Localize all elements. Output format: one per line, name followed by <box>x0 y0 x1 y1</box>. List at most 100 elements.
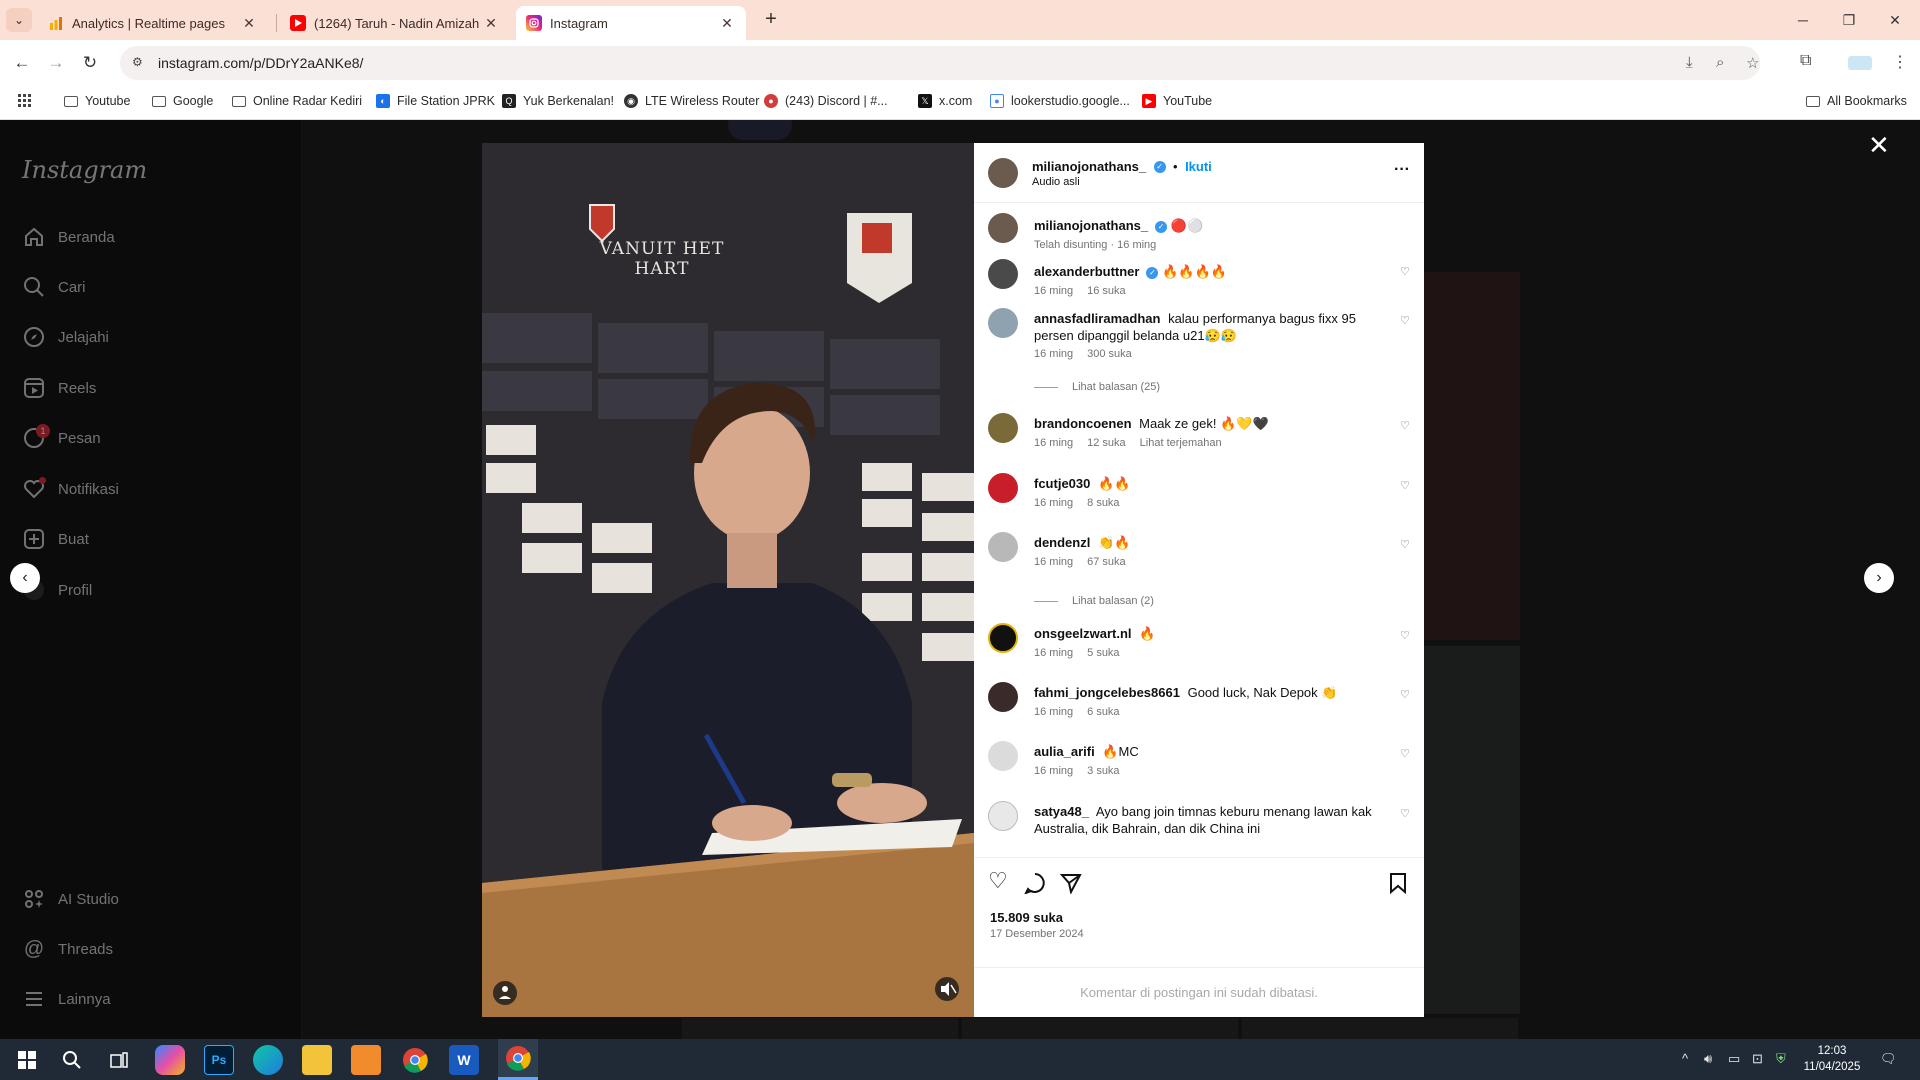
like-comment-icon[interactable]: ♡ <box>1400 538 1410 551</box>
bookmark-online-radar-kediri[interactable]: Online Radar Kediri <box>232 94 362 108</box>
comment-username[interactable]: dendenzl <box>1034 535 1090 550</box>
install-app-icon[interactable]: ⤓ <box>1686 54 1693 71</box>
bookmark-lookerstudio[interactable]: ● lookerstudio.google... <box>990 94 1130 108</box>
view-replies-button[interactable]: Lihat balasan (2) <box>1034 595 1154 607</box>
volume-icon[interactable]: 🔊︎ <box>1704 1051 1712 1067</box>
comment-username[interactable]: milianojonathans_ <box>1034 218 1148 233</box>
comment-likes[interactable]: 300 suka <box>1087 348 1132 360</box>
comment-username[interactable]: alexanderbuttner <box>1034 264 1139 279</box>
tab-youtube[interactable]: (1264) Taruh - Nadin Amizah [L ✕ <box>280 6 510 40</box>
share-icon[interactable] <box>1059 868 1082 900</box>
display-icon[interactable]: ⊡ <box>1752 1051 1763 1067</box>
comment-time[interactable]: 16 ming <box>1034 556 1073 568</box>
restore-icon[interactable]: ❐ <box>1826 0 1872 40</box>
like-comment-icon[interactable]: ♡ <box>1400 265 1410 278</box>
view-replies-button[interactable]: Lihat balasan (25) <box>1034 381 1160 393</box>
notifications-icon[interactable]: 🗨︎ <box>1880 1051 1897 1067</box>
network-icon[interactable]: ▭ <box>1728 1051 1740 1067</box>
avatar[interactable] <box>988 682 1018 712</box>
close-tab-icon[interactable]: ✕ <box>240 15 258 32</box>
avatar[interactable] <box>988 473 1018 503</box>
comment-time[interactable]: 16 ming <box>1034 706 1073 718</box>
copilot-icon[interactable] <box>155 1045 185 1075</box>
bookmark-x[interactable]: 𝕏x.com <box>918 94 972 108</box>
bookmark-google-folder[interactable]: Google <box>152 94 213 108</box>
comment-likes[interactable]: 6 suka <box>1087 706 1119 718</box>
avatar[interactable] <box>988 308 1018 338</box>
file-explorer-icon[interactable] <box>302 1045 332 1075</box>
comment-username[interactable]: annasfadliramadhan <box>1034 311 1160 326</box>
chrome-active-icon[interactable] <box>498 1039 538 1080</box>
tab-instagram[interactable]: Instagram ✕ <box>516 6 746 40</box>
task-view-icon[interactable] <box>104 1045 134 1075</box>
bookmark-lte-router[interactable]: ◉ LTE Wireless Router <box>624 94 759 108</box>
word-icon[interactable]: W <box>449 1045 479 1075</box>
close-tab-icon[interactable]: ✕ <box>718 15 736 32</box>
search-icon[interactable] <box>57 1045 87 1075</box>
comment-username[interactable]: fcutje030 <box>1034 476 1090 491</box>
like-comment-icon[interactable]: ♡ <box>1400 747 1410 760</box>
photoshop-icon[interactable]: Ps <box>204 1045 234 1075</box>
profile-avatar-icon[interactable] <box>1848 56 1872 70</box>
avatar[interactable] <box>988 259 1018 289</box>
comment-time[interactable]: 16 ming <box>1034 647 1073 659</box>
comment-likes[interactable]: 5 suka <box>1087 647 1119 659</box>
comment-username[interactable]: fahmi_jongcelebes8661 <box>1034 685 1180 700</box>
comment-likes[interactable]: 16 suka <box>1087 285 1126 297</box>
like-comment-icon[interactable]: ♡ <box>1400 419 1410 432</box>
see-translation-link[interactable]: Lihat terjemahan <box>1140 437 1222 449</box>
comment-likes[interactable]: 67 suka <box>1087 556 1126 568</box>
avatar[interactable] <box>988 532 1018 562</box>
avatar[interactable] <box>988 158 1018 188</box>
post-video[interactable]: VANUIT HET HART <box>482 143 974 1017</box>
avatar[interactable] <box>988 801 1018 831</box>
comment-username[interactable]: onsgeelzwart.nl <box>1034 626 1132 641</box>
tab-analytics[interactable]: Analytics | Realtime pages ✕ <box>38 6 268 40</box>
comment-likes[interactable]: 3 suka <box>1087 765 1119 777</box>
zoom-icon[interactable]: ⌕ <box>1716 54 1724 71</box>
like-comment-icon[interactable]: ♡ <box>1400 629 1410 642</box>
audio-label[interactable]: Audio asli <box>1032 176 1080 188</box>
bookmark-youtube-folder[interactable]: Youtube <box>64 94 130 108</box>
comment-username[interactable]: satya48_ <box>1034 804 1089 819</box>
comment-likes[interactable]: 8 suka <box>1087 497 1119 509</box>
avatar[interactable] <box>988 213 1018 243</box>
sublime-icon[interactable] <box>351 1045 381 1075</box>
window-close-icon[interactable]: ✕ <box>1872 0 1918 40</box>
post-date[interactable]: 17 Desember 2024 <box>990 928 1084 940</box>
like-comment-icon[interactable]: ♡ <box>1400 688 1410 701</box>
site-info-icon[interactable]: ⚙ <box>132 55 148 71</box>
comment-time[interactable]: 16 ming <box>1034 437 1073 449</box>
comment-username[interactable]: brandoncoenen <box>1034 416 1132 431</box>
security-icon[interactable]: ⛨ <box>1776 1051 1786 1067</box>
previous-post-icon[interactable]: ‹ <box>10 563 40 593</box>
more-options-icon[interactable]: ··· <box>1394 161 1410 179</box>
post-author[interactable]: milianojonathans_ <box>1032 159 1146 174</box>
close-tab-icon[interactable]: ✕ <box>482 15 500 32</box>
comment-time[interactable]: 16 ming <box>1034 348 1073 360</box>
likes-count[interactable]: 15.809 suka <box>990 910 1063 925</box>
edge-icon[interactable] <box>253 1045 283 1075</box>
extensions-icon[interactable]: ⧉ <box>1800 52 1811 70</box>
reload-icon[interactable]: ↻ <box>76 49 104 77</box>
apps-icon[interactable] <box>18 94 32 108</box>
bookmark-star-icon[interactable]: ☆ <box>1746 54 1759 72</box>
like-comment-icon[interactable]: ♡ <box>1400 314 1410 327</box>
url-text[interactable]: instagram.com/p/DDrY2aANKe8/ <box>158 55 363 71</box>
comment-time[interactable]: 16 ming <box>1034 285 1073 297</box>
bookmark-yuk-berkenalan[interactable]: Q Yuk Berkenalan! <box>502 94 614 108</box>
forward-icon[interactable]: → <box>42 49 70 77</box>
comment-icon[interactable] <box>1023 868 1046 900</box>
close-modal-icon[interactable]: ✕ <box>1868 130 1890 161</box>
bookmark-discord[interactable]: ● (243) Discord | #... <box>764 94 888 108</box>
back-icon[interactable]: ← <box>8 49 36 77</box>
show-hidden-icons[interactable]: ^ <box>1682 1051 1688 1066</box>
chrome-menu-icon[interactable]: ⋮ <box>1892 52 1908 72</box>
like-comment-icon[interactable]: ♡ <box>1400 479 1410 492</box>
follow-button[interactable]: Ikuti <box>1185 159 1212 174</box>
tab-search-button[interactable]: ⌄ <box>6 8 32 32</box>
start-icon[interactable] <box>12 1045 42 1075</box>
next-post-icon[interactable]: › <box>1864 563 1894 593</box>
bookmark-file-station[interactable]: ◐ File Station JPRK <box>376 94 495 108</box>
chrome-icon[interactable] <box>400 1045 430 1075</box>
